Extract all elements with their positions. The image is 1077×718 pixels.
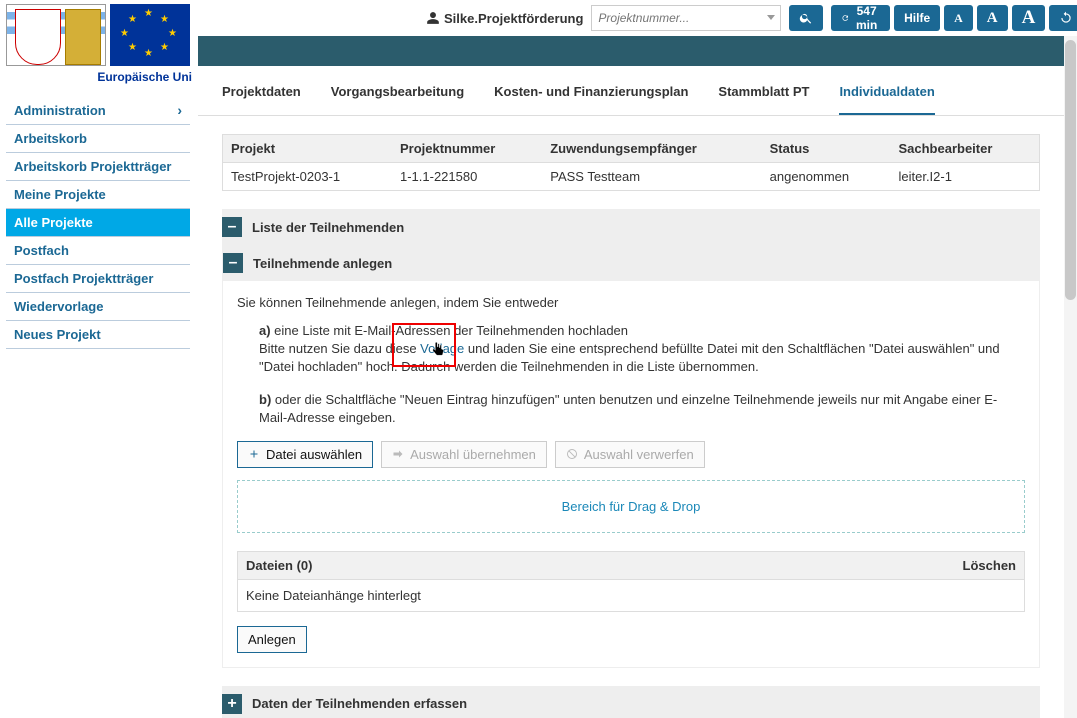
- nav-label: Neues Projekt: [14, 327, 101, 342]
- cancel-icon: [566, 448, 578, 460]
- eu-flag-logo: ★★★★★★★★: [110, 4, 190, 66]
- option-a-prefix: a): [259, 323, 274, 338]
- option-b-text: oder die Schaltfläche "Neuen Eintrag hin…: [259, 392, 997, 425]
- cell-projektnummer: 1-1.1-221580: [392, 163, 542, 191]
- panel-daten-erfassen: + Daten der Teilnehmenden erfassen: [222, 686, 1040, 718]
- nav-postfach[interactable]: Postfach: [6, 237, 190, 265]
- th-empfaenger: Zuwendungsempfänger: [542, 135, 761, 163]
- reload-button[interactable]: [1049, 5, 1077, 31]
- scrollbar-thumb[interactable]: [1065, 40, 1076, 300]
- no-files-text: Keine Dateianhänge hinterlegt: [246, 588, 421, 603]
- tab-individualdaten[interactable]: Individualdaten: [839, 80, 934, 115]
- cell-sachbearbeiter: leiter.I2-1: [890, 163, 1039, 191]
- th-status: Status: [762, 135, 891, 163]
- project-info-table: Projekt Projektnummer Zuwendungsempfänge…: [222, 134, 1040, 191]
- nav-administration[interactable]: Administration ›: [6, 96, 190, 125]
- font-size-large-button[interactable]: A: [1012, 5, 1046, 31]
- collapse-toggle[interactable]: –: [222, 217, 242, 237]
- th-sachbearbeiter: Sachbearbeiter: [890, 135, 1039, 163]
- btn-label: Datei auswählen: [266, 447, 362, 462]
- current-user: Silke.Projektförderung: [426, 11, 583, 26]
- template-link[interactable]: Vorlage: [420, 341, 464, 356]
- btn-label: Auswahl übernehmen: [410, 447, 536, 462]
- accept-selection-button: Auswahl übernehmen: [381, 441, 547, 468]
- nav-label: Arbeitskorb: [14, 131, 87, 146]
- tab-projektdaten[interactable]: Projektdaten: [222, 80, 301, 115]
- nav-label: Arbeitskorb Projektträger: [14, 159, 172, 174]
- create-button[interactable]: Anlegen: [237, 626, 307, 653]
- timer-value: 547 min: [853, 4, 880, 32]
- chevron-right-icon: ›: [177, 102, 182, 118]
- panel-title: Liste der Teilnehmenden: [252, 220, 404, 235]
- tab-kosten[interactable]: Kosten- und Finanzierungsplan: [494, 80, 688, 115]
- nav-label: Administration: [14, 103, 106, 118]
- cell-projekt: TestProjekt-0203-1: [223, 163, 392, 191]
- share-icon: [392, 448, 404, 460]
- nav-postfach-pt[interactable]: Postfach Projektträger: [6, 265, 190, 293]
- drag-drop-zone[interactable]: Bereich für Drag & Drop: [237, 480, 1025, 533]
- nav-neues-projekt[interactable]: Neues Projekt: [6, 321, 190, 349]
- tab-bar: Projektdaten Vorgangsbearbeitung Kosten-…: [198, 66, 1064, 116]
- nav-label: Meine Projekte: [14, 187, 106, 202]
- select-file-button[interactable]: Datei auswählen: [237, 441, 373, 468]
- timer-refresh-button[interactable]: 547 min: [831, 5, 890, 31]
- logo-area: ★★★★★★★★ Europäische Uni: [6, 4, 196, 84]
- panel-header: + Daten der Teilnehmenden erfassen: [222, 686, 1040, 718]
- delete-column: Löschen: [963, 558, 1016, 573]
- vertical-scrollbar[interactable]: [1064, 36, 1077, 718]
- sub-header-bar: [198, 36, 1064, 66]
- bavaria-coat-logo: [6, 4, 106, 66]
- table-row: TestProjekt-0203-1 1-1.1-221580 PASS Tes…: [223, 163, 1040, 191]
- cell-empfaenger: PASS Testteam: [542, 163, 761, 191]
- main-content: Projektdaten Vorgangsbearbeitung Kosten-…: [198, 66, 1064, 718]
- files-table-body: Keine Dateianhänge hinterlegt: [237, 580, 1025, 612]
- plus-icon: [248, 448, 260, 460]
- user-name: Silke.Projektförderung: [444, 11, 583, 26]
- option-b-prefix: b): [259, 392, 275, 407]
- th-projektnummer: Projektnummer: [392, 135, 542, 163]
- nav-wiedervorlage[interactable]: Wiedervorlage: [6, 293, 190, 321]
- expand-toggle[interactable]: +: [222, 694, 242, 714]
- th-projekt: Projekt: [223, 135, 392, 163]
- refresh-icon: [841, 11, 849, 25]
- user-icon: [426, 11, 440, 25]
- intro-text: Sie können Teilnehmende anlegen, indem S…: [237, 295, 1025, 310]
- cell-status: angenommen: [762, 163, 891, 191]
- nav-label: Postfach: [14, 243, 69, 258]
- option-a-line1: eine Liste mit E-Mail-Adressen der Teiln…: [274, 323, 628, 338]
- nav-label: Alle Projekte: [14, 215, 93, 230]
- files-table-header: Dateien (0) Löschen: [237, 551, 1025, 580]
- nav-arbeitskorb[interactable]: Arbeitskorb: [6, 125, 190, 153]
- panel-title: Daten der Teilnehmenden erfassen: [252, 696, 467, 711]
- nav-arbeitskorb-pt[interactable]: Arbeitskorb Projektträger: [6, 153, 190, 181]
- reload-icon: [1059, 11, 1073, 25]
- btn-label: Auswahl verwerfen: [584, 447, 694, 462]
- option-b: b) oder die Schaltfläche "Neuen Eintrag …: [259, 391, 1025, 427]
- nav-alle-projekte[interactable]: Alle Projekte: [6, 209, 190, 237]
- font-size-small-button[interactable]: A: [944, 5, 973, 31]
- panel-header: – Liste der Teilnehmenden: [222, 209, 1040, 245]
- nav-meine-projekte[interactable]: Meine Projekte: [6, 181, 190, 209]
- option-a: a) eine Liste mit E-Mail-Adressen der Te…: [259, 322, 1025, 377]
- nav-label: Postfach Projektträger: [14, 271, 153, 286]
- font-size-medium-button[interactable]: A: [977, 5, 1008, 31]
- dropdown-caret-icon[interactable]: [767, 15, 775, 20]
- inner-panel-header: – Teilnehmende anlegen: [223, 245, 1039, 281]
- collapse-toggle[interactable]: –: [223, 253, 243, 273]
- inner-panel-title: Teilnehmende anlegen: [253, 256, 392, 271]
- tab-stammblatt[interactable]: Stammblatt PT: [718, 80, 809, 115]
- discard-selection-button: Auswahl verwerfen: [555, 441, 705, 468]
- eu-label: Europäische Uni: [6, 70, 196, 84]
- files-count: Dateien (0): [246, 558, 312, 573]
- panel-liste-teilnehmende: – Liste der Teilnehmenden – Teilnehmende…: [222, 209, 1040, 668]
- help-button[interactable]: Hilfe: [894, 5, 940, 31]
- project-number-search[interactable]: [591, 5, 781, 31]
- top-bar: Silke.Projektförderung 547 min Hilfe A A…: [198, 0, 1077, 36]
- option-a-line2a: Bitte nutzen Sie dazu diese: [259, 341, 420, 356]
- sidebar-nav: Administration › Arbeitskorb Arbeitskorb …: [6, 96, 190, 349]
- search-icon: [799, 11, 813, 25]
- search-button[interactable]: [789, 5, 823, 31]
- tab-vorgangsbearbeitung[interactable]: Vorgangsbearbeitung: [331, 80, 464, 115]
- nav-label: Wiedervorlage: [14, 299, 103, 314]
